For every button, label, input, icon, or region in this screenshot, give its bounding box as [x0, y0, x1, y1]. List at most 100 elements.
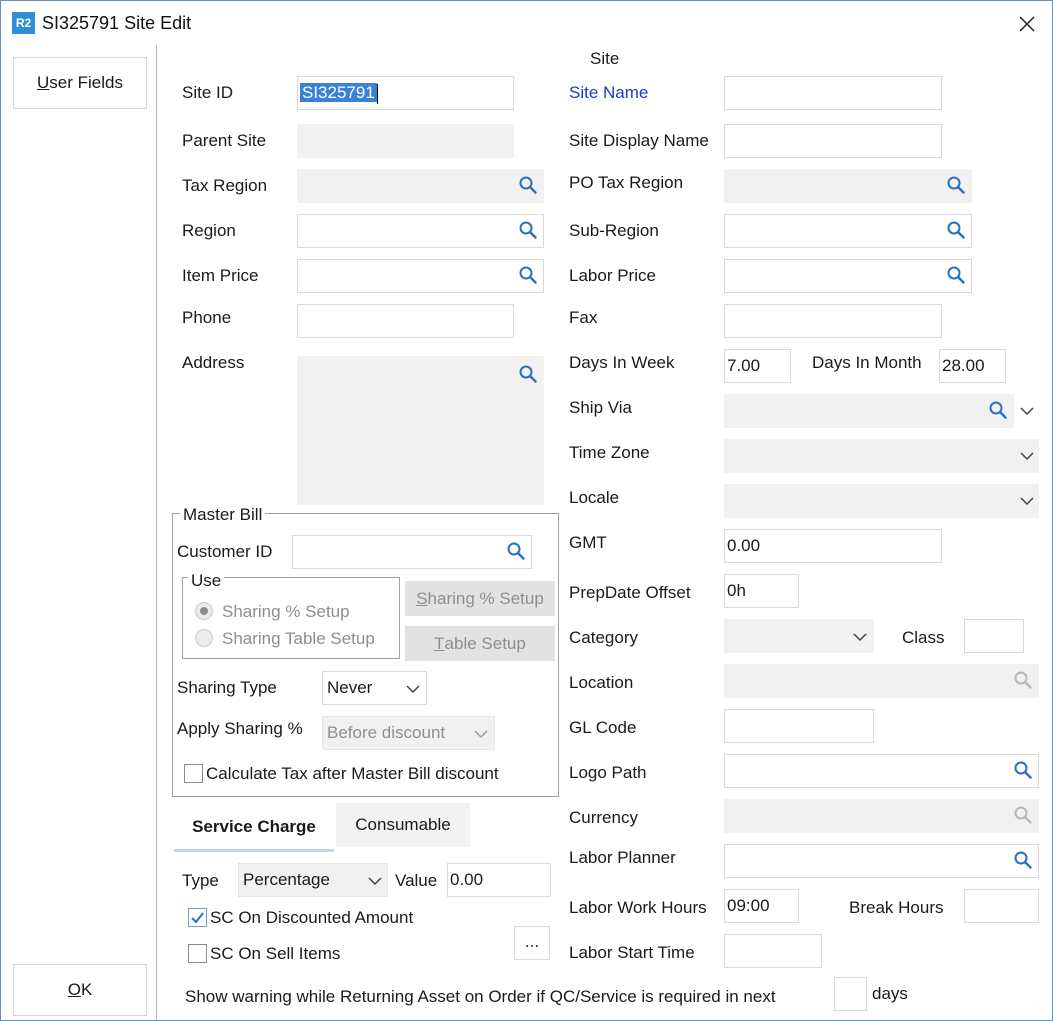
locale-select[interactable] — [724, 484, 1039, 518]
gmt-input[interactable]: 0.00 — [724, 529, 942, 563]
site-display-name-input[interactable] — [724, 124, 942, 158]
site-id-input[interactable]: SI325791 — [297, 76, 514, 110]
prepdate-offset-input[interactable]: 0h — [724, 574, 799, 608]
tab-consumable[interactable]: Consumable — [336, 803, 470, 847]
fax-input[interactable] — [724, 304, 942, 338]
sub-region-label: Sub-Region — [569, 221, 659, 240]
region-search-icon[interactable] — [518, 220, 538, 240]
address-search-icon[interactable] — [518, 364, 538, 384]
sc-discounted-checkbox[interactable] — [188, 908, 207, 927]
category-label: Category — [569, 628, 638, 647]
days-in-month-input[interactable]: 28.00 — [939, 349, 1006, 383]
calc-tax-checkbox[interactable] — [184, 764, 203, 783]
tab-service-charge[interactable]: Service Charge — [174, 805, 334, 852]
site-name-input[interactable] — [724, 76, 942, 110]
labor-planner-search-icon[interactable] — [1013, 850, 1033, 870]
category-chevron-down-icon[interactable] — [852, 632, 868, 642]
customer-id-input[interactable] — [292, 535, 532, 569]
labor-work-hours-label: Labor Work Hours — [569, 898, 707, 917]
ok-button[interactable]: OK — [13, 964, 147, 1016]
apply-sharing-select[interactable]: Before discount — [322, 716, 495, 750]
calc-tax-label: Calculate Tax after Master Bill discount — [206, 764, 499, 783]
labor-price-search-icon[interactable] — [946, 265, 966, 285]
table-setup-button[interactable]: Table Setup — [405, 626, 555, 661]
prepdate-offset-label: PrepDate Offset — [569, 583, 691, 602]
time-zone-label: Time Zone — [569, 443, 650, 462]
time-zone-chevron-down-icon[interactable] — [1019, 451, 1035, 461]
sharing-setup-radio-label: Sharing % Setup — [222, 602, 350, 621]
return-warning-days-input[interactable] — [834, 977, 867, 1011]
po-tax-region-search-icon[interactable] — [946, 175, 966, 195]
locale-chevron-down-icon[interactable] — [1019, 496, 1035, 506]
gl-code-input[interactable] — [724, 709, 874, 743]
site-name-label: Site Name — [569, 83, 649, 102]
region-input[interactable] — [297, 214, 544, 248]
location-search-icon[interactable] — [1013, 670, 1033, 690]
logo-path-label: Logo Path — [569, 763, 647, 782]
ship-via-field[interactable] — [724, 394, 1014, 428]
parent-site-label: Parent Site — [182, 131, 267, 150]
logo-path-search-icon[interactable] — [1013, 760, 1033, 780]
break-hours-label: Break Hours — [849, 898, 944, 917]
tax-region-search-icon[interactable] — [518, 175, 538, 195]
labor-work-hours-input[interactable]: 09:00 — [724, 889, 799, 923]
sharing-setup-radio[interactable] — [195, 602, 213, 620]
gl-code-label: GL Code — [569, 718, 637, 737]
currency-search-icon[interactable] — [1013, 805, 1033, 825]
sub-region-input[interactable] — [724, 214, 972, 248]
labor-start-time-label: Labor Start Time — [569, 943, 695, 962]
ship-via-chevron-down-icon[interactable] — [1019, 406, 1035, 416]
labor-start-time-input[interactable] — [724, 934, 822, 968]
customer-id-search-icon[interactable] — [506, 541, 526, 561]
sc-sell-items-checkbox[interactable] — [188, 944, 207, 963]
labor-price-input[interactable] — [724, 259, 972, 293]
sharing-setup-button[interactable]: Sharing % Setup — [405, 581, 555, 616]
class-label: Class — [902, 628, 945, 647]
apply-sharing-label: Apply Sharing % — [177, 719, 303, 738]
sc-type-chevron-down-icon[interactable] — [367, 876, 383, 886]
sc-discounted-label: SC On Discounted Amount — [210, 908, 414, 927]
break-hours-input[interactable] — [964, 889, 1039, 923]
sc-value-label: Value — [395, 871, 438, 890]
apply-sharing-chevron-down-icon[interactable] — [473, 729, 489, 739]
sc-type-select[interactable]: Percentage — [238, 863, 388, 897]
currency-field — [724, 799, 1039, 833]
sidebar: User Fields OK — [1, 45, 157, 1020]
fax-label: Fax — [569, 308, 598, 327]
ship-via-search-icon[interactable] — [988, 400, 1008, 420]
site-id-label: Site ID — [182, 83, 234, 102]
sc-sell-items-label: SC On Sell Items — [210, 944, 341, 963]
site-edit-window: R2 SI325791 Site Edit User Fields OK Sit… — [0, 0, 1053, 1021]
sharing-type-label: Sharing Type — [177, 678, 277, 697]
more-button[interactable]: ... — [514, 926, 550, 960]
sc-value-input[interactable]: 0.00 — [447, 863, 551, 897]
sharing-table-radio-label: Sharing Table Setup — [222, 629, 375, 648]
parent-site-field — [297, 124, 514, 158]
po-tax-region-label: PO Tax Region — [569, 173, 684, 192]
region-label: Region — [182, 221, 236, 240]
tax-region-field — [297, 169, 544, 203]
tax-region-label: Tax Region — [182, 176, 268, 195]
sharing-type-chevron-down-icon[interactable] — [405, 684, 421, 694]
item-price-input[interactable] — [297, 259, 544, 293]
close-icon[interactable] — [1016, 13, 1038, 35]
customer-id-label: Customer ID — [177, 542, 273, 561]
item-price-search-icon[interactable] — [518, 265, 538, 285]
time-zone-select[interactable] — [724, 439, 1039, 473]
class-input[interactable] — [964, 619, 1024, 653]
days-in-week-input[interactable]: 7.00 — [724, 349, 791, 383]
item-price-label: Item Price — [182, 266, 259, 285]
labor-planner-input[interactable] — [724, 844, 1039, 878]
location-field — [724, 664, 1039, 698]
days-label: days — [872, 984, 908, 1003]
site-display-name-label: Site Display Name — [569, 131, 709, 150]
sub-region-search-icon[interactable] — [946, 220, 966, 240]
logo-path-input[interactable] — [724, 754, 1039, 788]
currency-label: Currency — [569, 808, 638, 827]
location-label: Location — [569, 673, 634, 692]
phone-input[interactable] — [297, 304, 514, 338]
user-fields-button[interactable]: User Fields — [13, 57, 147, 109]
gmt-label: GMT — [569, 533, 607, 552]
title-bar: R2 SI325791 Site Edit — [1, 1, 1052, 45]
sharing-table-radio[interactable] — [195, 629, 213, 647]
